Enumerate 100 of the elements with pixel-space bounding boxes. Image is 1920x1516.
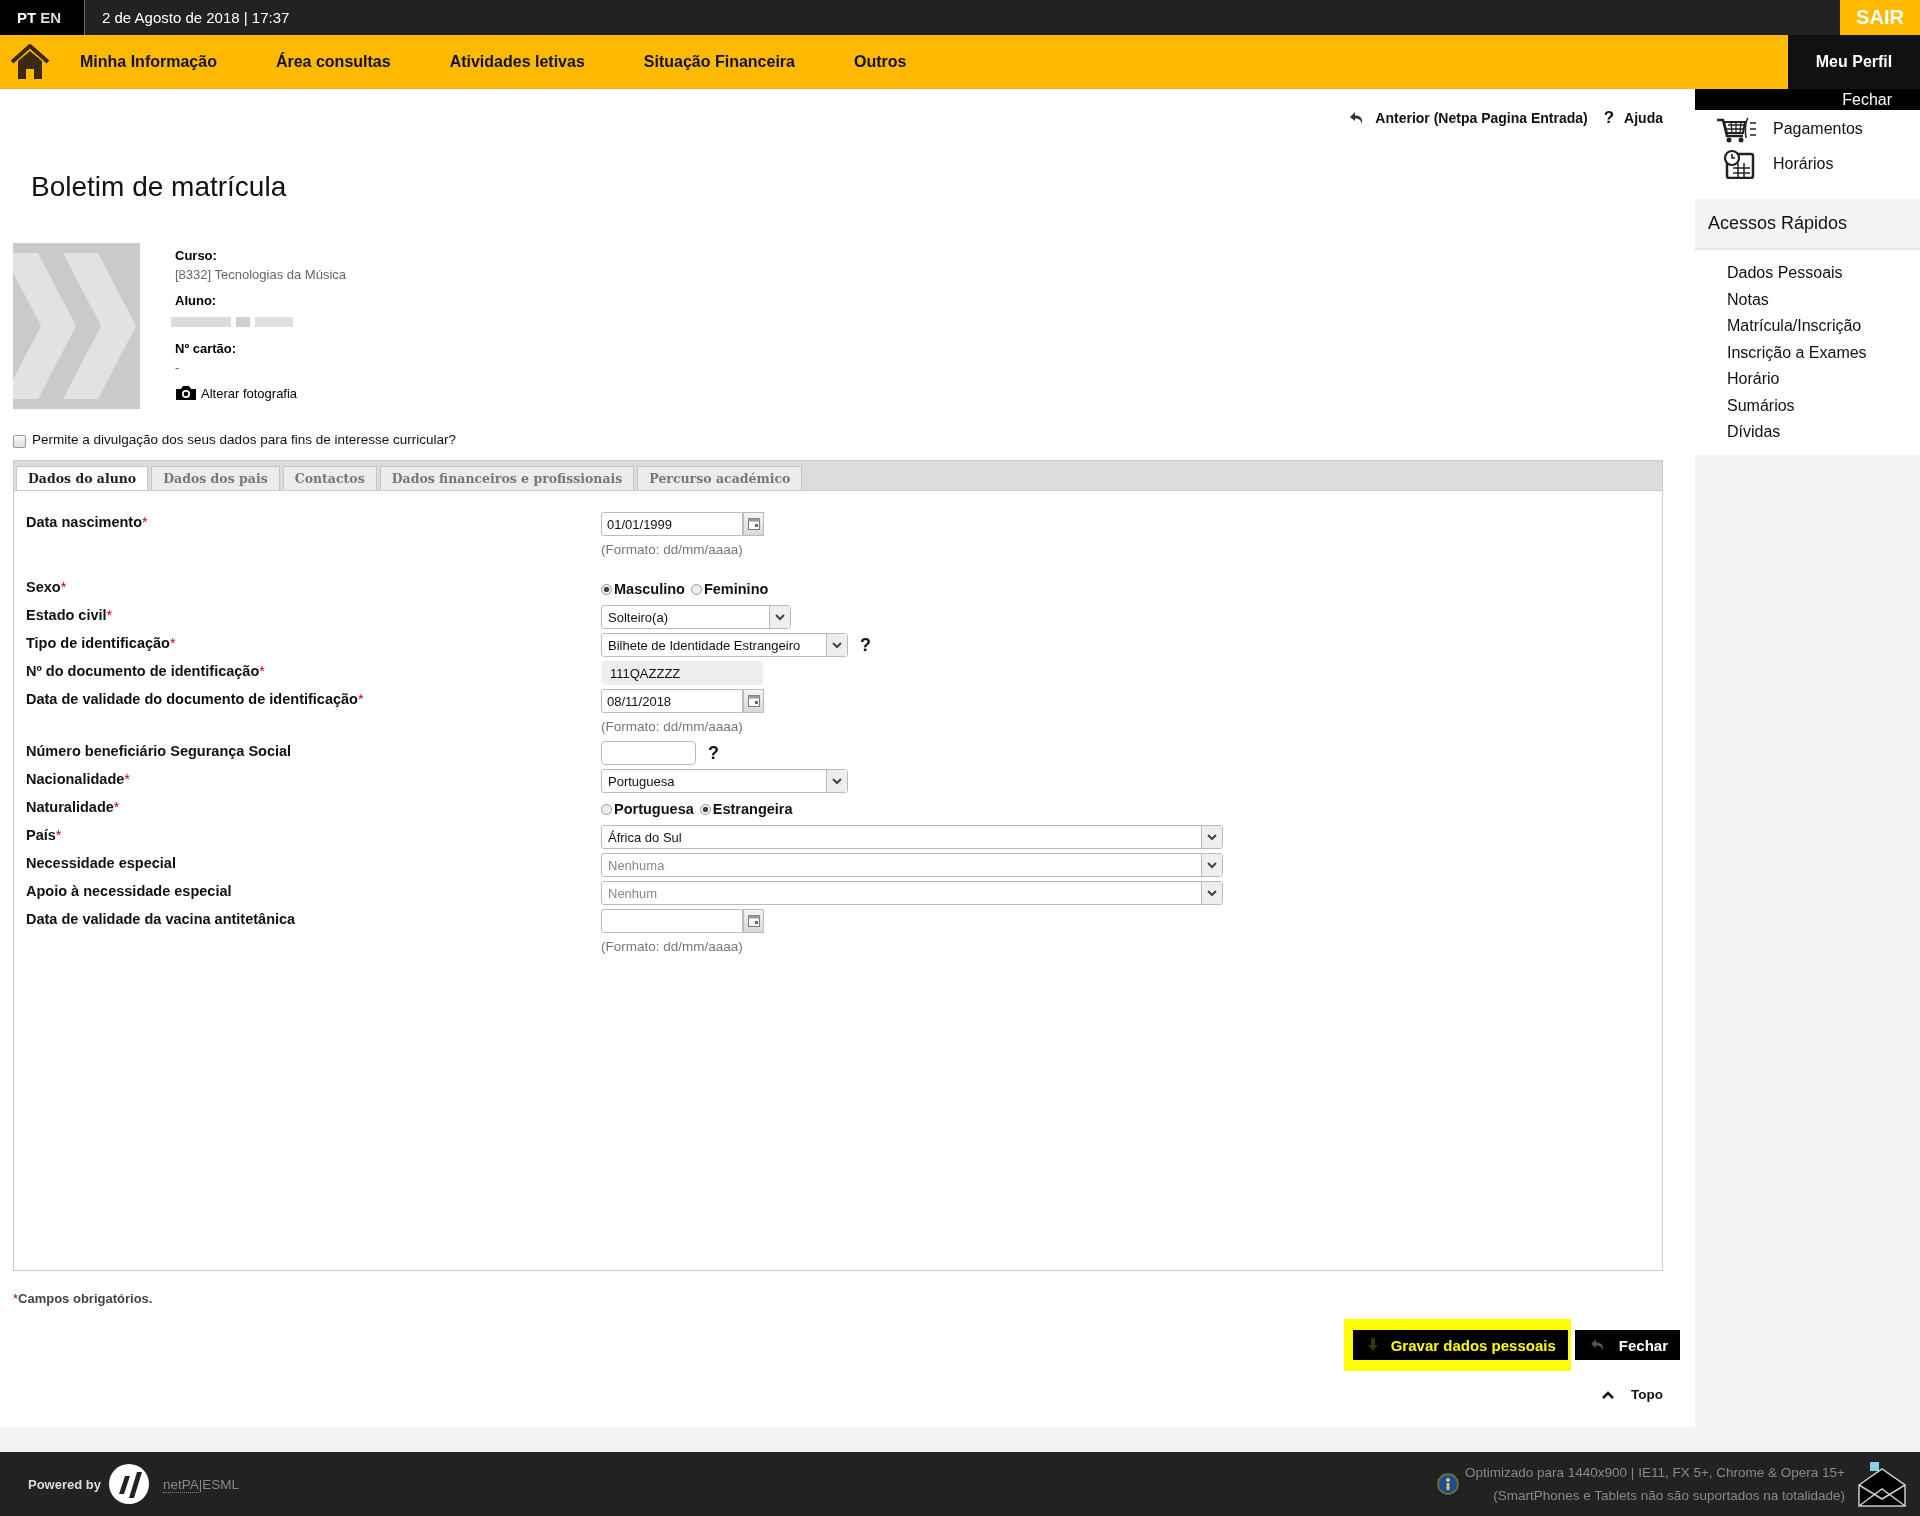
profile-menu-button[interactable]: Meu Perfil — [1788, 35, 1920, 89]
help-icon: ? — [1603, 108, 1615, 128]
footer-text: |ESML — [198, 1476, 240, 1492]
tab[interactable]: Dados financeiros e profissionais — [379, 466, 635, 490]
powered-by-text: Powered by — [28, 1476, 101, 1492]
radio-button[interactable] — [601, 803, 612, 815]
calendar-button[interactable] — [743, 689, 764, 713]
nav-menu-item[interactable]: Situação Financeira — [643, 53, 795, 71]
dropdown[interactable]: África do Sul — [601, 825, 1223, 849]
field-label: Nacionalidade* — [26, 770, 131, 789]
field-label: Naturalidade* — [26, 798, 121, 817]
calendar-button[interactable] — [743, 909, 764, 933]
format-hint: (Formato: dd/mm/aaaa) — [601, 938, 744, 956]
change-photo-link[interactable]: Alterar fotografia — [201, 385, 298, 401]
field-label: Tipo de identificação* — [26, 634, 177, 653]
quick-link[interactable]: Matrícula/Inscrição — [1727, 317, 1920, 335]
chevron-down-icon — [832, 641, 842, 649]
field-label: País* — [26, 826, 63, 845]
footer-notice: Optimizado para 1440x900 | IE11, FX 5+, Chrome & Opera 15+ — [1465, 1464, 1845, 1482]
help-icon[interactable]: ? — [708, 742, 719, 764]
quick-link[interactable]: Dívidas — [1727, 423, 1920, 441]
date-field[interactable]: 01/01/1999 — [601, 512, 743, 536]
date-time: 2 de Agosto de 2018 | 17:37 — [102, 9, 290, 26]
shortcut-link[interactable]: Pagamentos — [1773, 120, 1863, 138]
help-icon[interactable]: ? — [860, 634, 871, 656]
tab[interactable]: Dados dos pais — [151, 466, 280, 490]
quick-link[interactable]: Dados Pessoais — [1727, 264, 1920, 282]
radio-label: Portuguesa — [614, 801, 694, 817]
back-to-top-link[interactable]: Topo — [1631, 1387, 1663, 1402]
chevron-down-icon — [1207, 889, 1217, 897]
checkbox-label: Permite a divulgação dos seus dados para fins de interesse curricular? — [32, 432, 456, 447]
calendar-icon — [747, 915, 760, 927]
calendar-icon — [747, 518, 760, 530]
tab[interactable]: Contactos — [282, 466, 377, 490]
field-label: Data de validade do documento de identificação* — [26, 690, 365, 709]
field-label: Nº cartão: — [175, 340, 237, 357]
field-label: Estado civil* — [26, 606, 114, 625]
tab[interactable]: Percurso académico — [637, 466, 803, 490]
nav-menu-item[interactable]: Minha Informação — [80, 53, 217, 71]
tab[interactable]: Dados do aluno — [16, 466, 149, 490]
language-option[interactable]: EN — [40, 9, 61, 26]
quick-link[interactable]: Horário — [1727, 370, 1920, 388]
logo-icon — [108, 1464, 149, 1504]
camera-icon — [175, 385, 197, 401]
home-icon[interactable] — [10, 42, 50, 82]
field-label: Número beneficiário Segurança Social — [26, 742, 293, 761]
required-note: *Campos obrigatórios. — [13, 1291, 154, 1306]
quick-link[interactable]: Sumários — [1727, 396, 1920, 415]
section-title: Acessos Rápidos — [1708, 213, 1848, 233]
field-label: Data nascimento* — [26, 513, 149, 532]
close-button[interactable]: Fechar — [1574, 1330, 1680, 1360]
date-field[interactable]: 08/11/2018 — [601, 689, 743, 713]
radio-label: Masculino — [614, 581, 685, 597]
checkbox[interactable] — [13, 435, 26, 448]
radio-button[interactable] — [699, 803, 711, 815]
chevron-down-icon — [832, 777, 842, 785]
radio-label: Estrangeira — [712, 801, 793, 817]
field-label: Apoio à necessidade especial — [26, 882, 233, 901]
close-panel-link[interactable]: Fechar — [1842, 91, 1892, 108]
calendar-icon — [747, 695, 760, 707]
dropdown[interactable]: Bilhete de Identidade Estrangeiro — [601, 633, 848, 657]
netpa-link[interactable]: netPA — [162, 1476, 199, 1493]
info-icon — [1437, 1473, 1459, 1495]
quick-link[interactable]: Inscrição a Exames — [1727, 343, 1920, 362]
caret-up-icon — [1601, 1389, 1615, 1400]
nav-menu-item[interactable]: Área consultas — [275, 53, 391, 71]
quick-link[interactable]: Notas — [1727, 290, 1920, 309]
format-hint: (Formato: dd/mm/aaaa) — [601, 541, 744, 559]
date-field[interactable] — [601, 909, 743, 933]
shortcut-link[interactable]: Horários — [1773, 155, 1834, 173]
language-option[interactable]: PT — [17, 9, 37, 26]
house-envelope-icon — [1857, 1461, 1907, 1507]
field-label: Sexo* — [26, 578, 68, 597]
field-label: Data de validade da vacina antitetânica — [26, 910, 297, 929]
readonly-field: 111QAZZZZ — [601, 661, 763, 685]
chevron-down-icon — [1207, 833, 1217, 841]
dropdown[interactable]: Portuguesa — [601, 769, 848, 793]
header-link[interactable]: Anterior (Netpa Pagina Entrada) — [1375, 110, 1588, 126]
field-value: - — [175, 359, 180, 377]
footer-notice: (SmartPhones e Tablets não são suportados na totalidade) — [1493, 1487, 1845, 1505]
chevron-down-icon — [1207, 861, 1217, 869]
field-label: Nº do documento de identificação* — [26, 662, 266, 681]
radio-button[interactable] — [690, 583, 702, 595]
chevron-down-icon — [775, 613, 785, 621]
input-field[interactable] — [601, 741, 696, 765]
header-link[interactable]: Ajuda — [1624, 110, 1663, 126]
dropdown[interactable]: Solteiro(a) — [601, 605, 791, 629]
radio-button[interactable] — [601, 583, 612, 595]
radio-label: Feminino — [703, 581, 769, 597]
calendar-button[interactable] — [743, 512, 764, 536]
field-label: Necessidade especial — [26, 854, 177, 873]
page-title: Boletim de matrícula — [31, 171, 288, 203]
field-label: Aluno: — [175, 292, 217, 309]
download-arrow-icon — [1366, 1338, 1379, 1352]
format-hint: (Formato: dd/mm/aaaa) — [601, 718, 744, 736]
nav-menu-item[interactable]: Atividades letivas — [449, 53, 585, 71]
field-value: [8332] Tecnologias da Música — [175, 266, 347, 284]
save-button[interactable]: Gravar dados pessoais — [1352, 1330, 1568, 1360]
field-label: Curso: — [175, 247, 217, 264]
nav-menu-item[interactable]: Outros — [853, 53, 907, 71]
